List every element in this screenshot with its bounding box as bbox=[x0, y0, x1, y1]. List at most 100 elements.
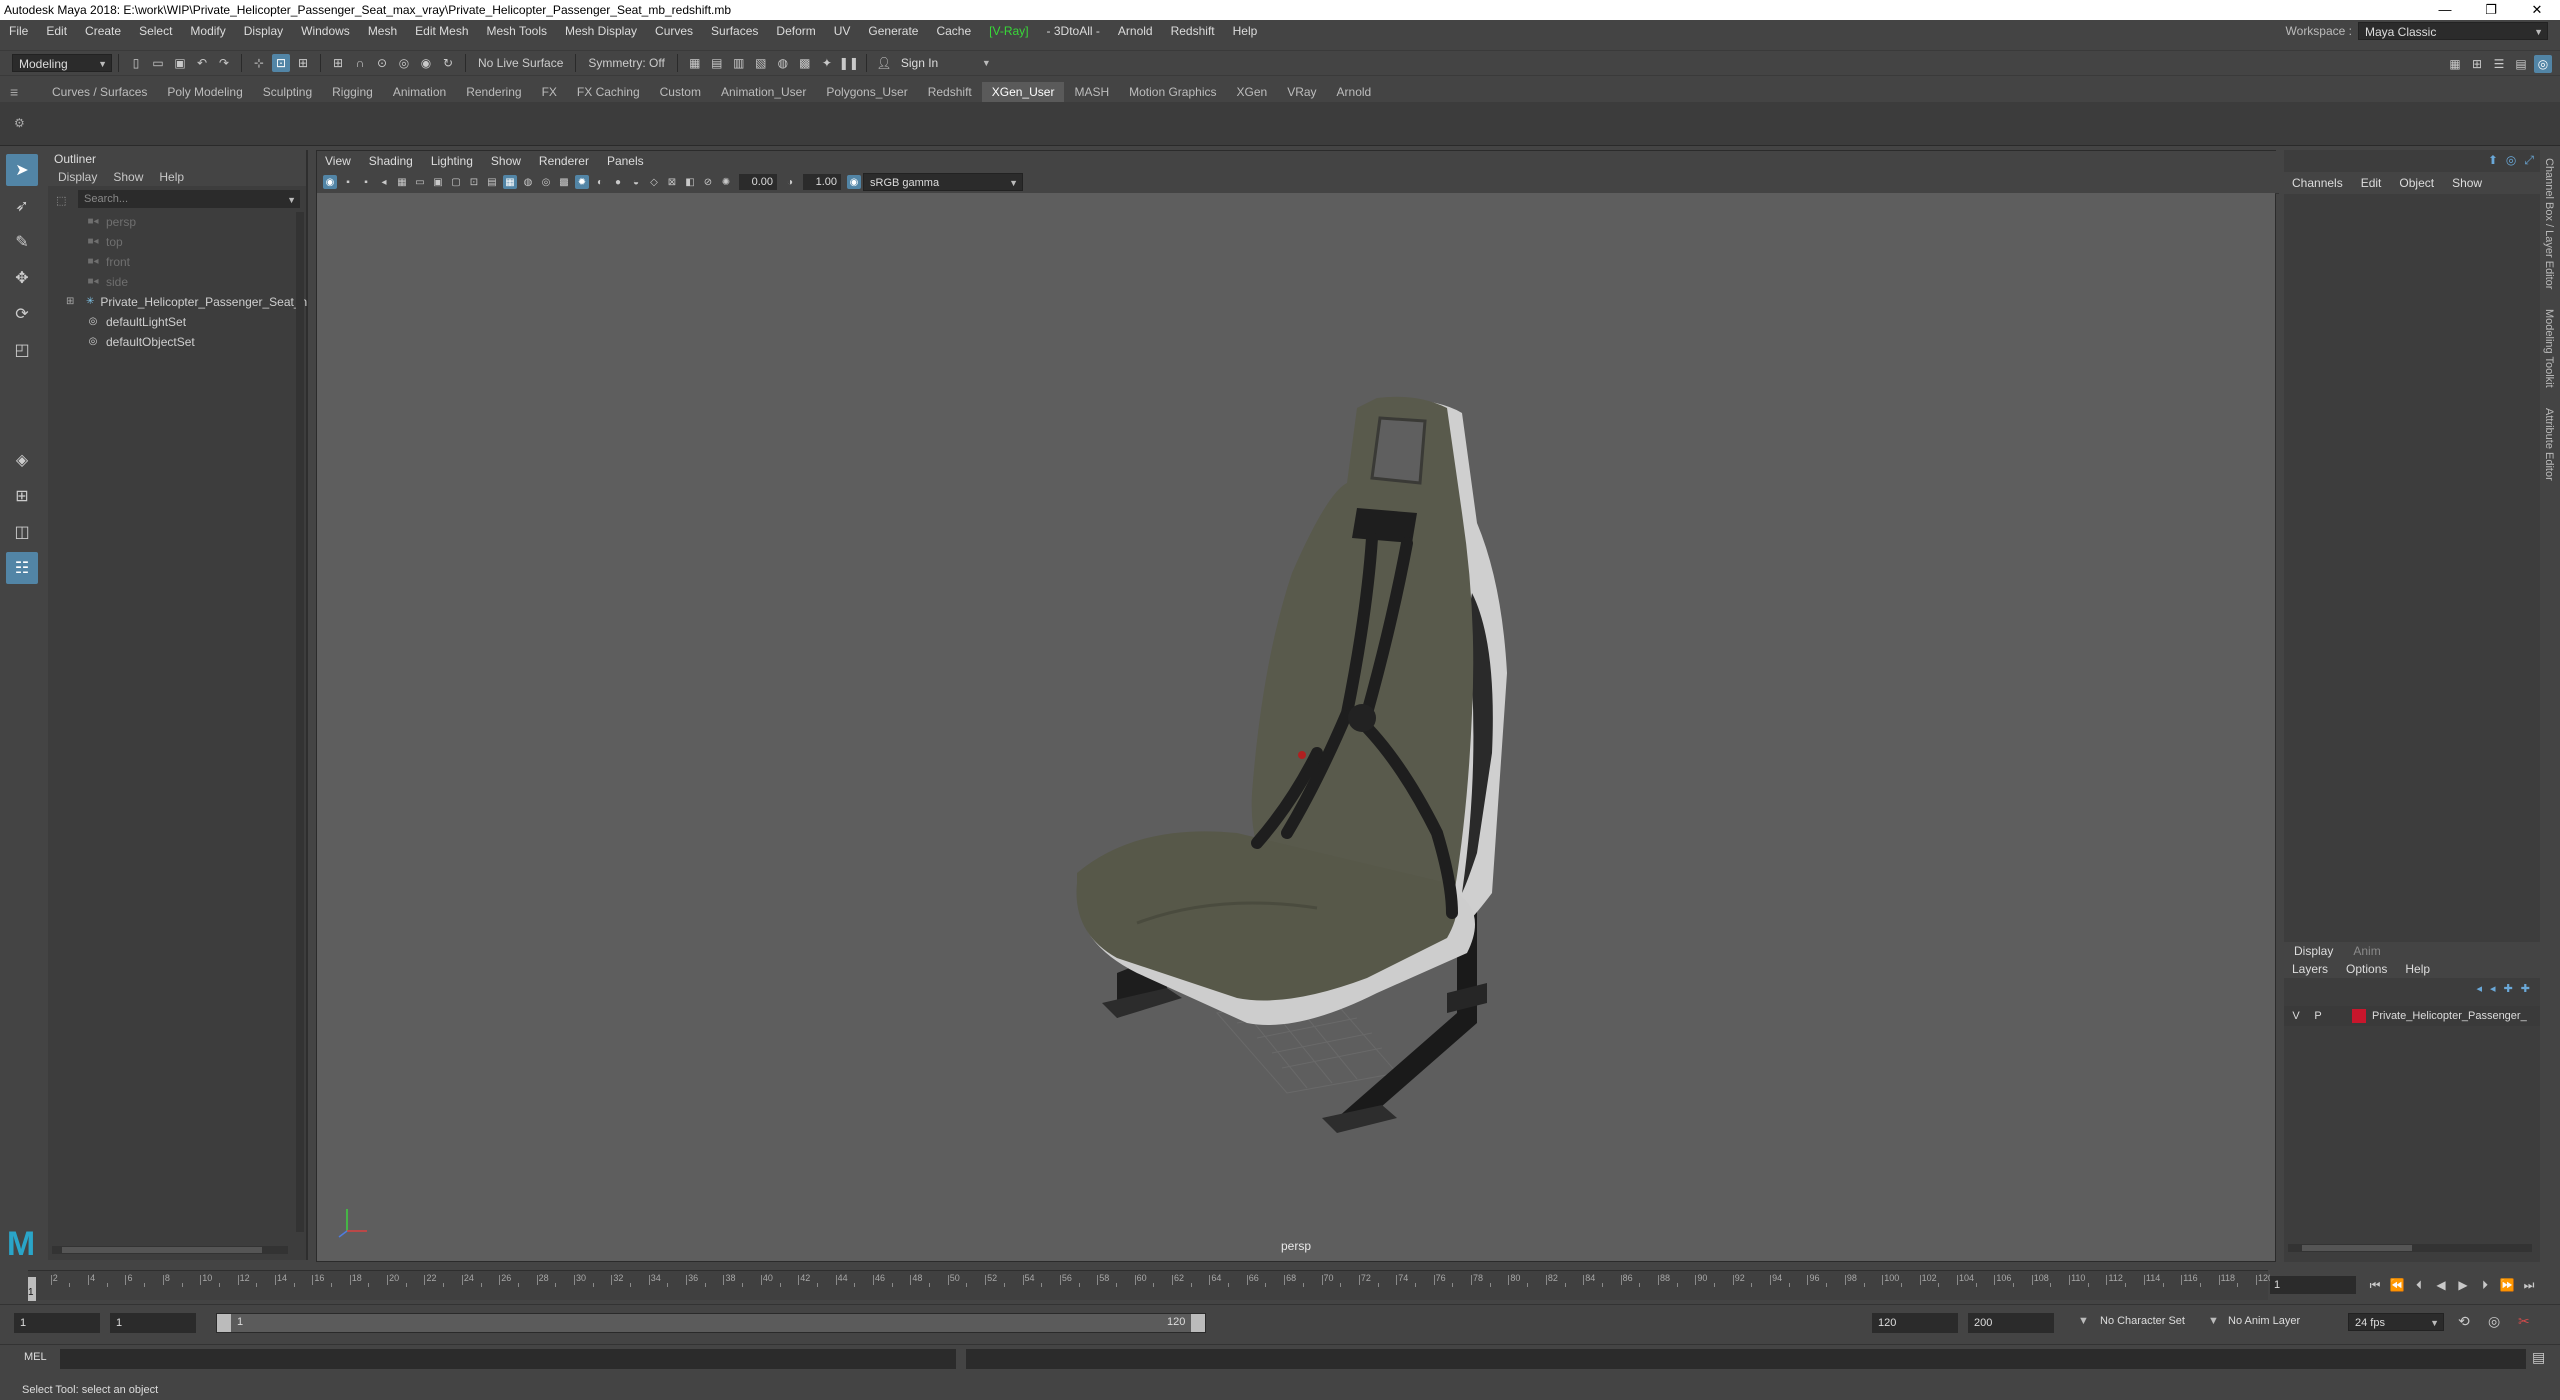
menu-mesh[interactable]: Mesh bbox=[359, 20, 406, 42]
layer-horizontal-scrollbar[interactable] bbox=[2288, 1244, 2532, 1252]
layer-name[interactable]: Private_Helicopter_Passenger_ bbox=[2372, 1010, 2527, 1022]
outliner-item-side[interactable]: ■◂ side bbox=[48, 272, 306, 292]
bookmarks-icon[interactable]: ▪ bbox=[359, 175, 373, 189]
snap-grid-icon[interactable]: ⊞ bbox=[329, 54, 347, 72]
animation-end-field[interactable]: 200 bbox=[1968, 1313, 2054, 1333]
show-menu[interactable]: Show bbox=[2452, 172, 2482, 194]
restore-button[interactable]: ❐ bbox=[2468, 0, 2514, 20]
two-view-layout-icon[interactable]: ◫ bbox=[6, 516, 38, 548]
menu-surfaces[interactable]: Surfaces bbox=[702, 20, 767, 42]
save-scene-icon[interactable]: ▣ bbox=[171, 54, 189, 72]
exposure-field[interactable]: 0.00 bbox=[739, 174, 777, 190]
fps-dropdown[interactable]: 24 fps ▼ bbox=[2348, 1313, 2444, 1331]
wireframe-icon[interactable]: ▦ bbox=[503, 175, 517, 189]
outliner-menu-display[interactable]: Display bbox=[58, 168, 97, 186]
safe-action-icon[interactable]: ▤ bbox=[485, 175, 499, 189]
open-scene-icon[interactable]: ▭ bbox=[149, 54, 167, 72]
viewport-menu-lighting[interactable]: Lighting bbox=[431, 154, 473, 168]
tab-display[interactable]: Display bbox=[2294, 942, 2333, 960]
grid-toggle-icon[interactable]: ▦ bbox=[395, 175, 409, 189]
animation-start-field[interactable]: 1 bbox=[14, 1313, 100, 1333]
select-component-icon[interactable]: ⊞ bbox=[294, 54, 312, 72]
workspace-dropdown[interactable]: Maya Classic ▼ bbox=[2358, 22, 2548, 40]
menu-curves[interactable]: Curves bbox=[646, 20, 702, 42]
xray-icon[interactable]: ◧ bbox=[683, 175, 697, 189]
persp-view-icon[interactable]: ◈ bbox=[6, 444, 38, 476]
new-scene-icon[interactable]: ▯ bbox=[127, 54, 145, 72]
resolution-gate-icon[interactable]: ▣ bbox=[431, 175, 445, 189]
wireframe-on-shaded-icon[interactable]: ◎ bbox=[539, 175, 553, 189]
menu-deform[interactable]: Deform bbox=[767, 20, 824, 42]
outliner-item-default-light-set[interactable]: ◎ defaultLightSet bbox=[48, 312, 306, 332]
menu-display[interactable]: Display bbox=[235, 20, 292, 42]
animation-preferences-icon[interactable]: ✂ bbox=[2518, 1313, 2530, 1330]
chevron-down-icon[interactable]: ▼ bbox=[287, 195, 296, 205]
isolate-select-icon[interactable]: ⊠ bbox=[665, 175, 679, 189]
pause-icon[interactable]: ❚❚ bbox=[839, 54, 859, 72]
play-forwards-icon[interactable]: ▶ bbox=[2454, 1276, 2472, 1294]
anti-aliasing-icon[interactable]: ◇ bbox=[647, 175, 661, 189]
shelf-tab-motion-graphics[interactable]: Motion Graphics bbox=[1119, 82, 1226, 102]
move-layer-down-icon[interactable]: ◂ bbox=[2490, 982, 2496, 1000]
play-backwards-icon[interactable]: ◀ bbox=[2432, 1276, 2450, 1294]
menu-mesh-display[interactable]: Mesh Display bbox=[556, 20, 646, 42]
menu-edit-mesh[interactable]: Edit Mesh bbox=[406, 20, 477, 42]
menu-modify[interactable]: Modify bbox=[181, 20, 234, 42]
menu-edit[interactable]: Edit bbox=[37, 20, 76, 42]
outliner-horizontal-scrollbar[interactable] bbox=[52, 1246, 288, 1254]
ambient-occlusion-icon[interactable]: ● bbox=[611, 175, 625, 189]
current-frame-field[interactable]: 1 bbox=[2270, 1276, 2356, 1294]
persp-camera-view[interactable]: persp bbox=[317, 193, 2275, 1261]
layer-help-menu[interactable]: Help bbox=[2405, 960, 2430, 978]
shelf-tab-xgen-user[interactable]: XGen_User bbox=[981, 82, 1065, 102]
close-button[interactable]: ✕ bbox=[2514, 0, 2560, 20]
gamma-field[interactable]: 1.00 bbox=[803, 174, 841, 190]
scale-tool-icon[interactable]: ◰ bbox=[6, 334, 38, 366]
outliner-menu-help[interactable]: Help bbox=[159, 168, 184, 186]
camera-attributes-icon[interactable]: ▪ bbox=[341, 175, 355, 189]
attribute-editor-icon[interactable]: ⊞ bbox=[2468, 55, 2486, 73]
layer-playback-toggle[interactable]: P bbox=[2308, 1010, 2328, 1022]
menu-help[interactable]: Help bbox=[1224, 20, 1267, 42]
redo-icon[interactable]: ↷ bbox=[215, 54, 233, 72]
outliner-menu-show[interactable]: Show bbox=[113, 168, 143, 186]
menu-file[interactable]: File bbox=[0, 20, 37, 42]
menu-cache[interactable]: Cache bbox=[927, 20, 980, 42]
shelf-tab-curves-surfaces[interactable]: Curves / Surfaces bbox=[42, 82, 157, 102]
layer-color-swatch[interactable] bbox=[2352, 1009, 2366, 1023]
snap-view-icon[interactable]: ◎ bbox=[395, 54, 413, 72]
go-to-start-icon[interactable]: ⏮ bbox=[2366, 1276, 2384, 1294]
move-layer-up-icon[interactable]: ◂ bbox=[2477, 982, 2483, 1000]
live-surface-label[interactable]: No Live Surface bbox=[472, 56, 569, 70]
auto-key-icon[interactable]: ◎ bbox=[2488, 1313, 2500, 1330]
layer-row[interactable]: V P Private_Helicopter_Passenger_ bbox=[2284, 1006, 2540, 1026]
menu-mesh-tools[interactable]: Mesh Tools bbox=[478, 20, 556, 42]
hypershade-icon[interactable]: ◍ bbox=[774, 54, 792, 72]
lasso-tool-icon[interactable]: ➶ bbox=[6, 190, 38, 222]
gate-mask-icon[interactable]: ▢ bbox=[449, 175, 463, 189]
filter-icon[interactable]: ⬚ bbox=[56, 194, 66, 207]
menu-arnold[interactable]: Arnold bbox=[1109, 20, 1162, 42]
shelf-tab-rigging[interactable]: Rigging bbox=[322, 82, 383, 102]
loop-icon[interactable]: ⟲ bbox=[2458, 1313, 2470, 1330]
script-editor-icon[interactable]: ▤ bbox=[2532, 1349, 2545, 1366]
four-view-layout-icon[interactable]: ⊞ bbox=[6, 480, 38, 512]
light-editor-icon[interactable]: ✦ bbox=[818, 54, 836, 72]
sign-in-button[interactable]: Sign In ▼ bbox=[894, 54, 995, 72]
range-slider[interactable]: 1 120 bbox=[216, 1313, 1206, 1333]
shelf-tab-poly-modeling[interactable]: Poly Modeling bbox=[157, 82, 252, 102]
menu-3dtoall[interactable]: - 3DtoAll - bbox=[1038, 20, 1109, 42]
film-gate-icon[interactable]: ▭ bbox=[413, 175, 427, 189]
go-to-end-icon[interactable]: ⏭ bbox=[2520, 1276, 2538, 1294]
step-back-key-icon[interactable]: ⏪ bbox=[2388, 1276, 2406, 1294]
shelf-tab-rendering[interactable]: Rendering bbox=[456, 82, 531, 102]
menu-windows[interactable]: Windows bbox=[292, 20, 359, 42]
menu-uv[interactable]: UV bbox=[825, 20, 860, 42]
refresh-icon[interactable]: ◎ bbox=[2506, 150, 2516, 172]
side-tab-attribute-editor[interactable]: Attribute Editor bbox=[2543, 408, 2555, 481]
image-plane-icon[interactable]: ◂ bbox=[377, 175, 391, 189]
anim-layer-dropdown[interactable]: No Anim Layer bbox=[2228, 1315, 2300, 1327]
paint-select-tool-icon[interactable]: ✎ bbox=[6, 226, 38, 258]
playback-start-field[interactable]: 1 bbox=[110, 1313, 196, 1333]
range-end-handle[interactable] bbox=[1191, 1314, 1205, 1332]
